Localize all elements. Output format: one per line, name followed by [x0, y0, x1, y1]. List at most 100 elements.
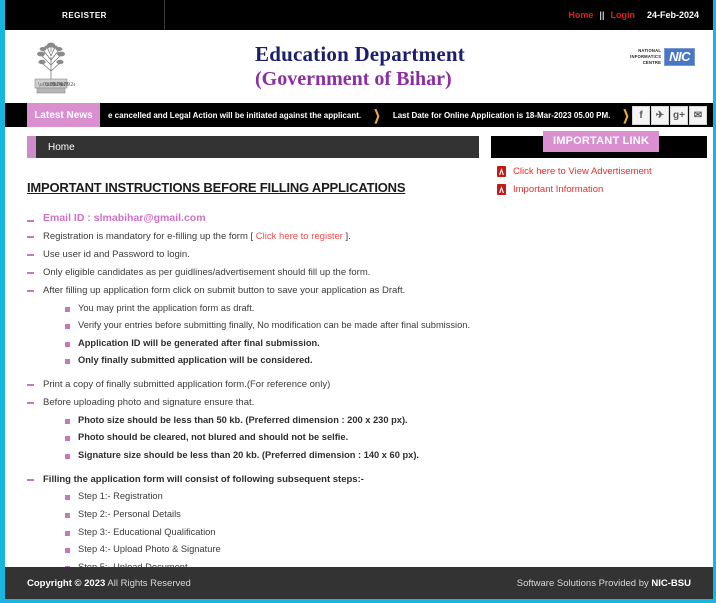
instruction-text: Registration is mandatory for e-filling …	[43, 231, 351, 243]
main-column: Home IMPORTANT INSTRUCTIONS BEFORE FILLI…	[27, 136, 479, 603]
sub-list-item: Verify your entries before submitting fi…	[65, 320, 479, 332]
important-link-list: Click here to View Advertisement Importa…	[491, 158, 707, 195]
latest-news-label: Latest News	[27, 103, 100, 127]
step-label: Step 4:- Upload Photo & Signature	[78, 544, 221, 555]
site-header: \u0938 \u0924 \u092f \u092e Education Depa…	[5, 30, 713, 103]
top-home-link[interactable]: Home	[568, 10, 593, 20]
view-advertisement-link[interactable]: Click here to View Advertisement	[513, 166, 652, 177]
sidebar: IMPORTANT LINK Click here to View Advert…	[491, 131, 707, 557]
top-separator: ||	[599, 10, 605, 20]
copyright-text: Copyright © 2023 All Rights Reserved	[27, 578, 191, 589]
dash-bullet-icon	[27, 478, 34, 481]
instruction-text: Before uploading photo and signature ens…	[43, 396, 255, 408]
list-item: Use user id and Password to login.	[27, 249, 479, 261]
instruction-text: Print a copy of finally submitted applic…	[43, 378, 331, 390]
news-item-1: e cancelled and Legal Action will be ini…	[108, 110, 362, 120]
sub-list-item: Only finally submitted application will …	[65, 355, 479, 367]
square-bullet-icon	[65, 513, 70, 518]
content-area: Home IMPORTANT INSTRUCTIONS BEFORE FILLI…	[5, 127, 713, 603]
sub-instruction-text: Only finally submitted application will …	[78, 355, 313, 366]
top-bar-right: Home || Login 24-Feb-2024	[568, 10, 713, 20]
main-nav: Home	[27, 136, 479, 158]
dash-bullet-icon	[27, 383, 34, 386]
svg-text:\u092e: \u092e	[59, 82, 75, 88]
nic-badge: NIC	[664, 48, 695, 66]
list-item: After filling up application form click …	[27, 285, 479, 373]
step-item: Step 4:- Upload Photo & Signature	[65, 544, 479, 556]
nic-logo-text: NATIONAL INFORMATICS CENTRE	[630, 48, 661, 65]
pdf-icon	[497, 184, 506, 195]
bihar-emblem-icon: \u0938 \u0924 \u092f \u092e	[27, 39, 75, 95]
google-plus-icon[interactable]: g+	[670, 105, 688, 125]
step-item: Step 2:- Personal Details	[65, 509, 479, 521]
site-title-block: Education Department (Government of Biha…	[255, 42, 465, 91]
instructions-heading: IMPORTANT INSTRUCTIONS BEFORE FILLING AP…	[27, 180, 406, 195]
square-bullet-icon	[65, 530, 70, 536]
instruction-text-before: Registration is mandatory for e-filling …	[43, 231, 256, 242]
nic-logo: NATIONAL INFORMATICS CENTRE NIC	[630, 48, 695, 66]
sub-instruction-text: Application ID will be generated after f…	[78, 337, 320, 348]
dash-bullet-icon	[27, 253, 34, 256]
sub-instruction-text: Photo size should be less than 50 kb. (P…	[78, 414, 408, 425]
sub-instruction-text: You may print the application form as dr…	[78, 302, 255, 313]
nav-item-home[interactable]: Home	[36, 142, 75, 153]
important-information-link[interactable]: Important Information	[513, 184, 603, 195]
step-label: Step 2:- Personal Details	[78, 509, 181, 519]
register-cell: REGISTER	[5, 0, 165, 30]
site-footer: Copyright © 2023 All Rights Reserved Sof…	[5, 567, 713, 603]
chevron-separator-icon-2: ❯	[622, 107, 630, 123]
step-item: Step 1:- Registration	[65, 491, 479, 503]
sub-list: You may print the application form as dr…	[65, 303, 479, 367]
provider-text: Software Solutions Provided by NIC-BSU	[517, 578, 691, 589]
news-ticker: e cancelled and Legal Action will be ini…	[100, 103, 632, 127]
facebook-icon[interactable]: f	[632, 105, 650, 125]
current-date: 24-Feb-2024	[646, 10, 699, 20]
sub-list-item: You may print the application form as dr…	[65, 303, 479, 315]
list-item: Important Information	[497, 184, 707, 195]
square-bullet-icon	[65, 359, 70, 365]
twitter-icon[interactable]: ✈	[651, 105, 669, 125]
instruction-text-after: ].	[342, 231, 351, 242]
page-root: REGISTER Home || Login 24-Feb-2024 \u093…	[0, 0, 716, 603]
latest-news-bar: Latest News e cancelled and Legal Action…	[5, 103, 713, 127]
register-link[interactable]: REGISTER	[62, 11, 107, 20]
page-title: Education Department	[255, 42, 465, 66]
sub-instruction-text: Photo should be cleared, not blured and …	[78, 432, 349, 443]
provider-name: NIC-BSU	[651, 577, 691, 589]
dash-bullet-icon	[27, 289, 34, 292]
sub-instruction-text: Signature size should be less than 20 kb…	[78, 449, 419, 460]
instruction-text: After filling up application form click …	[43, 284, 406, 296]
dash-bullet-icon	[27, 236, 34, 238]
nic-line-3: CENTRE	[642, 59, 662, 65]
list-item: Print a copy of finally submitted applic…	[27, 379, 479, 391]
square-bullet-icon	[65, 436, 70, 442]
click-here-to-register-link[interactable]: Click here to register	[256, 231, 343, 242]
square-bullet-icon	[65, 306, 70, 312]
instructions-list: Registration is mandatory for e-filling …	[27, 231, 479, 603]
pdf-icon	[497, 166, 506, 177]
sub-list-item: Signature size should be less than 20 kb…	[65, 450, 479, 462]
top-bar: REGISTER Home || Login 24-Feb-2024	[5, 0, 713, 30]
email-icon[interactable]: ✉	[689, 105, 707, 125]
rights-text: All Rights Reserved	[105, 577, 191, 589]
email-id-text: Email ID : slmabihar@gmail.com	[43, 212, 206, 224]
important-link-title: IMPORTANT LINK	[543, 131, 660, 152]
news-item-2: Last Date for Online Application is 18-M…	[392, 110, 611, 120]
important-link-header: IMPORTANT LINK	[491, 131, 707, 158]
sub-instruction-text: Verify your entries before submitting fi…	[78, 320, 471, 331]
page-subtitle: (Government of Bihar)	[255, 68, 452, 90]
dash-bullet-icon	[27, 401, 34, 404]
list-item: Before uploading photo and signature ens…	[27, 397, 479, 468]
sub-list: Photo size should be less than 50 kb. (P…	[65, 415, 479, 462]
sub-list-item: Photo size should be less than 50 kb. (P…	[65, 415, 479, 427]
nic-line-2: INFORMATICS	[630, 54, 662, 60]
square-bullet-icon	[65, 341, 70, 347]
list-item: Only eligible candidates as per guidline…	[27, 267, 479, 279]
top-login-link[interactable]: Login	[610, 10, 635, 20]
list-item: Click here to View Advertisement	[497, 166, 707, 177]
step-label: Step 1:- Registration	[78, 491, 163, 502]
email-id-line: Email ID : slmabihar@gmail.com	[27, 212, 479, 224]
sub-list-item: Application ID will be generated after f…	[65, 338, 479, 350]
step-label: Step 3:- Educational Qualification	[78, 526, 216, 537]
dash-bullet-icon	[27, 271, 34, 274]
